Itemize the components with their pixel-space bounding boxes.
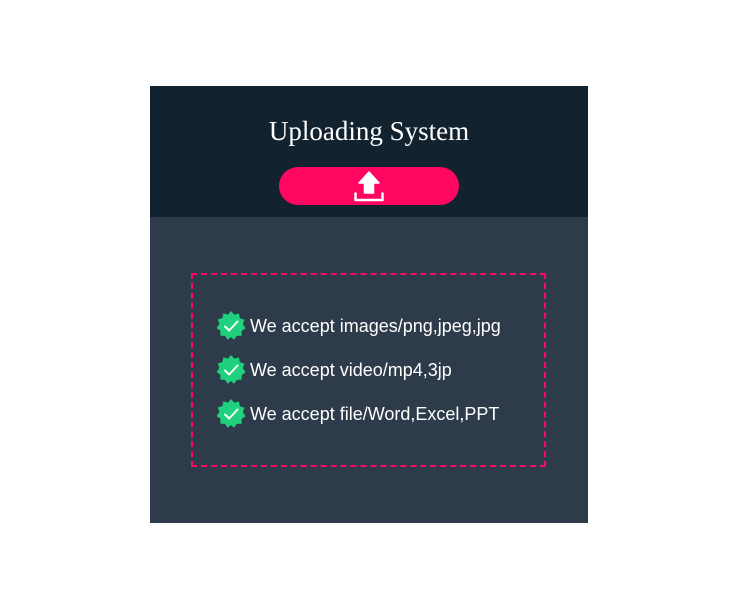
list-item: We accept images/png,jpeg,jpg (215, 311, 501, 341)
verified-check-icon (216, 399, 246, 428)
card-header: Uploading System (150, 86, 588, 217)
list-item: We accept video/mp4,3jp (215, 355, 501, 385)
accept-text: We accept images/png,jpeg,jpg (250, 315, 501, 336)
upload-card: Uploading System We accept images/png,jp… (150, 86, 588, 523)
upload-icon (354, 171, 384, 202)
drop-zone[interactable]: We accept images/png,jpeg,jpg We accept … (191, 273, 546, 467)
verified-check-icon (216, 355, 246, 384)
upload-button[interactable] (279, 167, 459, 205)
accept-text: We accept video/mp4,3jp (250, 359, 452, 380)
verified-check-icon (216, 311, 246, 340)
accept-text: We accept file/Word,Excel,PPT (250, 403, 500, 424)
page-title: Uploading System (268, 116, 470, 146)
list-item: We accept file/Word,Excel,PPT (215, 399, 501, 429)
accepted-types-list: We accept images/png,jpeg,jpg We accept … (215, 311, 501, 443)
